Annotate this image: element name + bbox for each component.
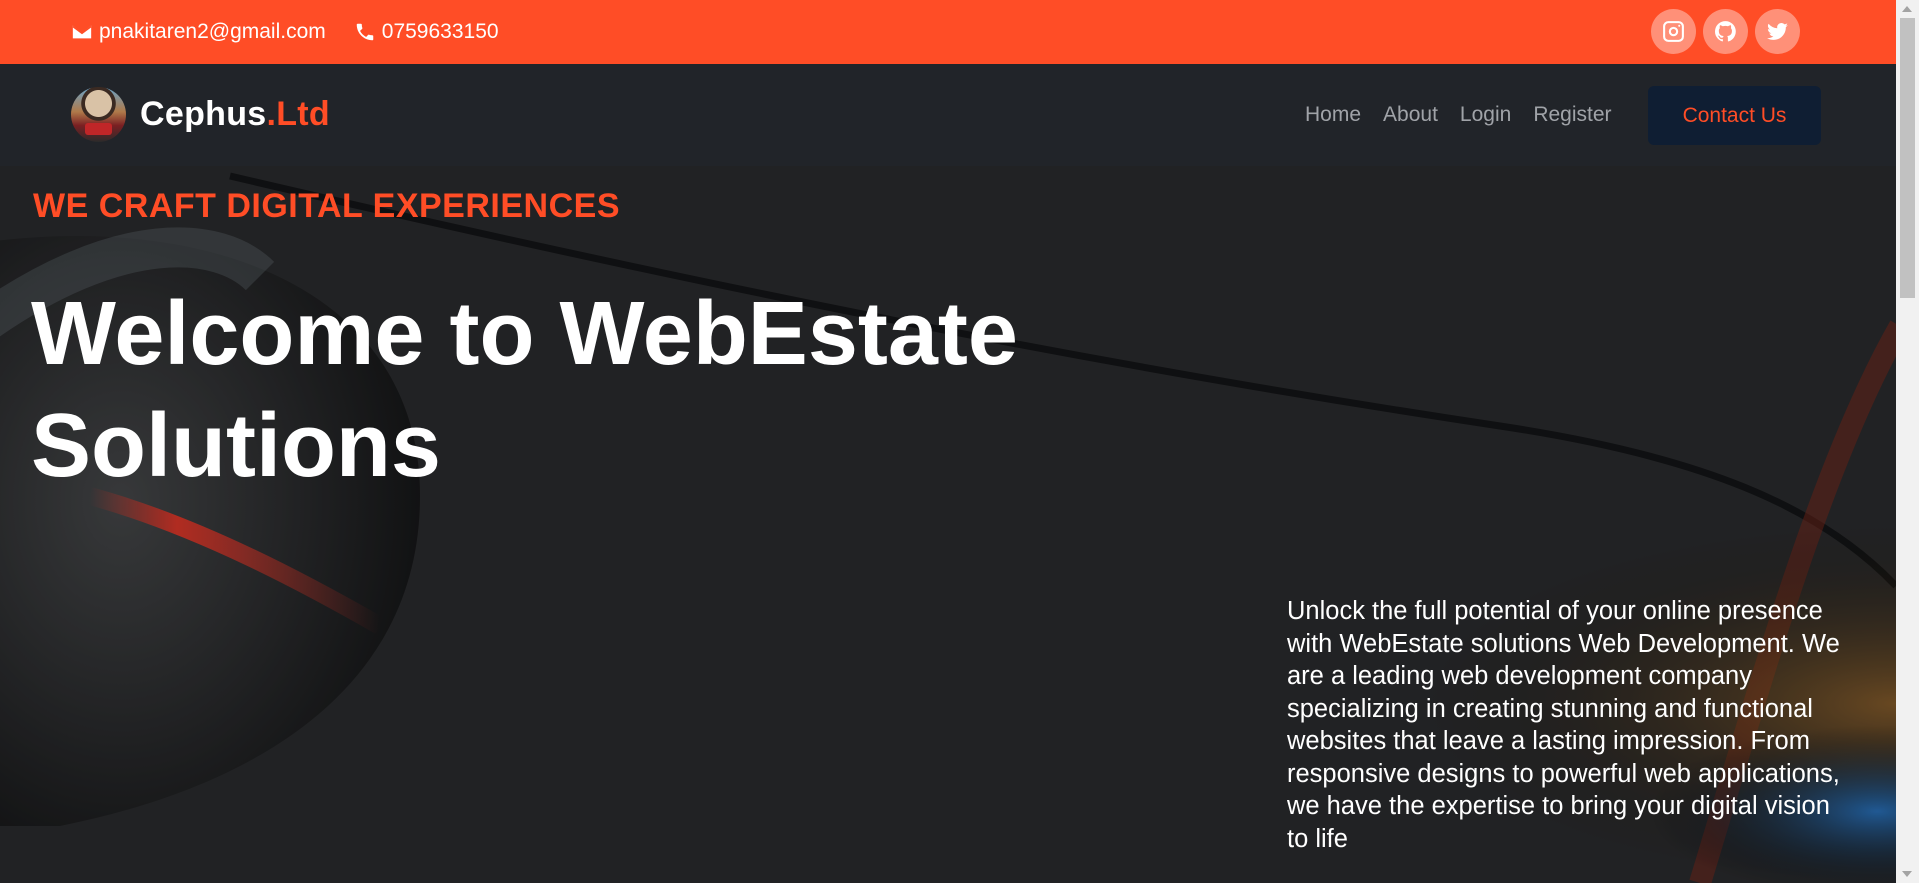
nav-link-login[interactable]: Login — [1460, 103, 1511, 127]
phone-icon — [356, 23, 374, 41]
social-links — [1651, 9, 1800, 54]
contact-info: pnakitaren2@gmail.com 0759633150 — [71, 0, 499, 64]
nav-link-home[interactable]: Home — [1305, 103, 1361, 127]
contact-us-button[interactable]: Contact Us — [1648, 86, 1821, 145]
brand-name: Cephus.Ltd — [140, 95, 330, 134]
phone-contact[interactable]: 0759633150 — [354, 20, 499, 44]
github-icon — [1715, 21, 1736, 42]
nav-link-register[interactable]: Register — [1533, 103, 1611, 127]
main-navbar: Cephus.Ltd Home About Login Register Con… — [0, 64, 1896, 166]
brand[interactable]: Cephus.Ltd — [71, 87, 330, 142]
github-button[interactable] — [1703, 9, 1748, 54]
envelope-icon — [72, 25, 92, 39]
hero-description: Unlock the full potential of your online… — [1287, 597, 1840, 853]
brand-logo — [71, 87, 126, 142]
email-text: pnakitaren2@gmail.com — [99, 20, 326, 43]
scroll-up-arrow-icon[interactable] — [1902, 6, 1912, 12]
phone-text: 0759633150 — [381, 20, 499, 43]
instagram-button[interactable] — [1651, 9, 1696, 54]
top-contact-bar: pnakitaren2@gmail.com 0759633150 — [0, 0, 1896, 64]
scroll-down-arrow-icon[interactable] — [1902, 871, 1912, 877]
scroll-thumb[interactable] — [1900, 18, 1915, 298]
nav-links: Home About Login Register — [1305, 64, 1612, 166]
nav-link-about[interactable]: About — [1383, 103, 1438, 127]
email-contact[interactable]: pnakitaren2@gmail.com — [71, 20, 326, 44]
brand-name-main: Cephus — [140, 95, 267, 133]
hero-section: WE CRAFT DIGITAL EXPERIENCES Welcome to … — [0, 166, 1896, 883]
brand-name-accent: .Ltd — [266, 95, 330, 133]
instagram-icon — [1663, 21, 1684, 42]
hero-tagline: WE CRAFT DIGITAL EXPERIENCES — [33, 187, 621, 225]
page-scrollbar[interactable] — [1896, 0, 1919, 883]
hero-title: Welcome to WebEstate Solutions — [31, 284, 1018, 496]
twitter-button[interactable] — [1755, 9, 1800, 54]
twitter-icon — [1767, 23, 1788, 40]
